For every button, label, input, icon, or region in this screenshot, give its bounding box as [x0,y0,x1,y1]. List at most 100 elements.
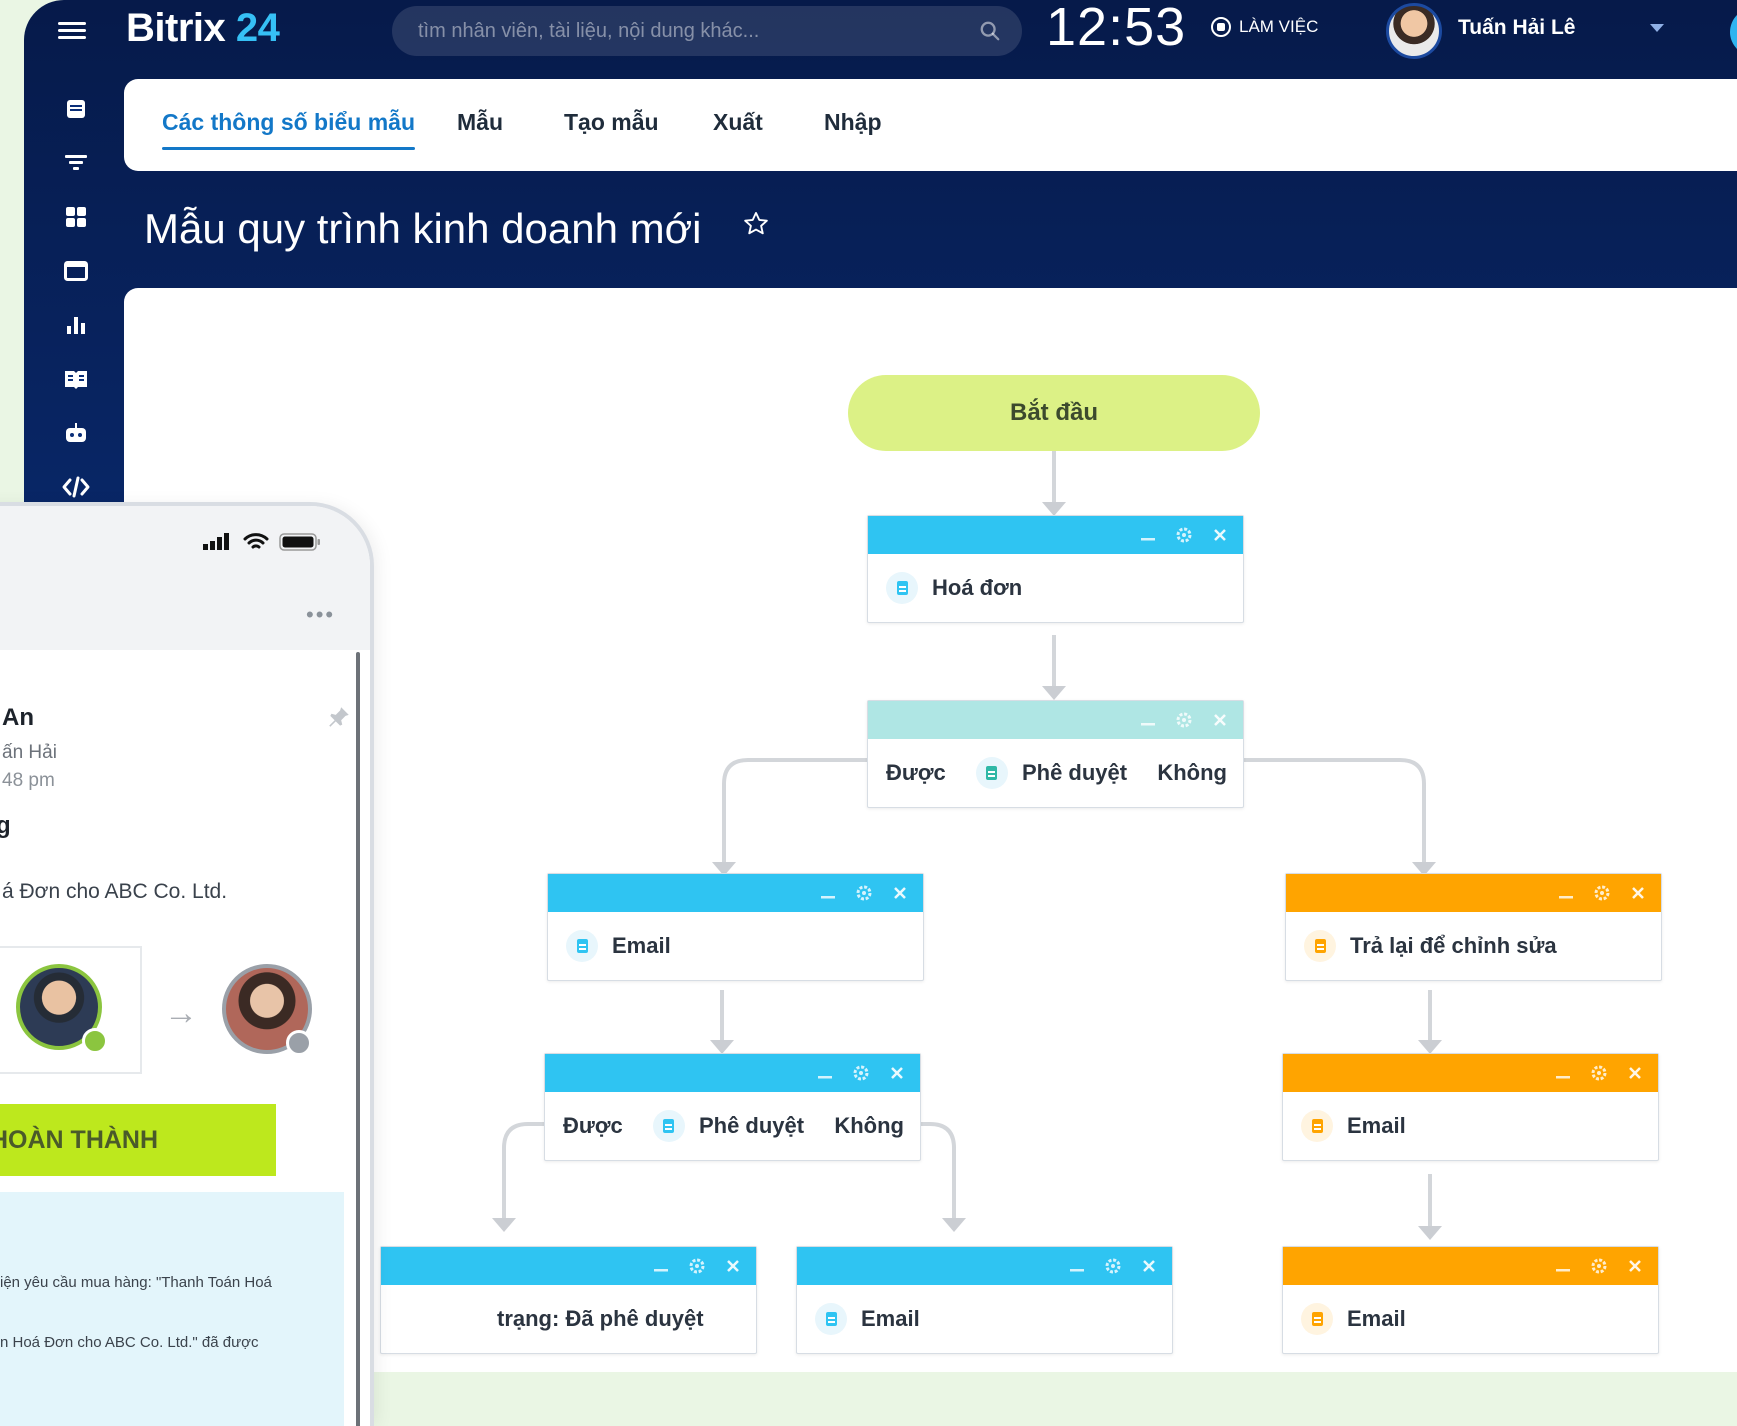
chevron-down-icon[interactable] [1650,24,1664,32]
email-block-right-1[interactable]: Email [1282,1053,1659,1161]
avatar[interactable] [1386,3,1442,59]
email-block-right-2[interactable]: Email [1282,1246,1659,1354]
message-time: 48 pm [2,770,55,791]
pin-icon[interactable] [326,704,352,730]
robot-icon[interactable] [54,406,98,460]
gear-icon[interactable] [1588,1255,1610,1277]
tab-import[interactable]: Nhập [824,109,882,136]
close-icon[interactable] [1209,524,1231,546]
block-header [797,1247,1172,1285]
status-block[interactable]: trạng: Đã phê duyệt [380,1246,757,1354]
block-body: Email [1283,1285,1658,1353]
feed-text: iện yêu cầu mua hàng: "Thanh Toán Hoá [0,1274,272,1291]
book-icon[interactable] [54,352,98,406]
close-icon[interactable] [889,882,911,904]
close-icon[interactable] [1624,1255,1646,1277]
minimize-icon[interactable] [1137,709,1159,731]
arrow-right-icon: → [164,994,198,1032]
block-header [545,1054,920,1092]
close-icon[interactable] [722,1255,744,1277]
invoice-block[interactable]: Hoá đơn [867,515,1244,623]
block-label: trạng: Đã phê duyệt [497,1306,704,1331]
status-bar [203,532,321,552]
block-body: Email [548,912,923,980]
tab-export[interactable]: Xuất [713,109,763,136]
block-body: Email [797,1285,1172,1353]
battery-icon [279,533,320,551]
work-status-label: LÀM VIỆC [1239,17,1319,36]
return-edit-block[interactable]: Trả lại để chỉnh sửa [1285,873,1662,981]
document-icon [1301,1303,1333,1335]
close-icon[interactable] [1624,1062,1646,1084]
gear-icon[interactable] [1588,1062,1610,1084]
gear-icon[interactable] [1173,524,1195,546]
document-icon [975,757,1008,789]
document-icon [815,1303,847,1335]
search-input[interactable] [392,6,1022,56]
close-icon[interactable] [886,1062,908,1084]
document-icon [886,572,918,604]
network-button[interactable] [1730,8,1737,56]
block-label: Trả lại để chỉnh sửa [1350,933,1557,958]
gear-icon[interactable] [1591,882,1613,904]
minimize-icon[interactable] [817,882,839,904]
sender-subtitle: ấn Hải [2,742,57,763]
minimize-icon[interactable] [1552,1255,1574,1277]
block-label: Phê duyệt [698,1113,805,1138]
menu-icon[interactable] [58,18,86,44]
star-icon[interactable] [742,210,770,238]
gear-icon[interactable] [853,882,875,904]
branch-yes-label[interactable]: Được [886,760,946,786]
filter-icon[interactable] [54,136,98,190]
close-icon[interactable] [1627,882,1649,904]
complete-button[interactable]: HOÀN THÀNH [0,1104,276,1176]
document-icon [1304,930,1336,962]
approval-block-2[interactable]: Được Phê duyệt Không [544,1053,921,1161]
message-description: á Đơn cho ABC Co. Ltd. [2,880,228,903]
top-bar: Bitrix 24 12:53 LÀM VIỆC Tuấn Hải Lê [24,0,1737,64]
tab-form-params[interactable]: Các thông số biểu mẫu [162,109,416,150]
minimize-icon[interactable] [1552,1062,1574,1084]
tab-create-template[interactable]: Tạo mẫu [564,109,659,136]
block-body: Được Phê duyệt Không [868,739,1243,807]
block-label: Hoá đơn [932,575,1023,600]
block-body: Được Phê duyệt Không [545,1092,920,1160]
start-node[interactable]: Bắt đầu [848,375,1260,451]
close-icon[interactable] [1138,1255,1160,1277]
window-icon[interactable] [54,244,98,298]
branch-yes-label[interactable]: Được [563,1113,623,1139]
tab-templates[interactable]: Mẫu [457,109,503,136]
block-header [868,516,1243,554]
logo[interactable]: Bitrix 24 [126,6,280,51]
list-icon[interactable] [54,82,98,136]
document-icon [566,930,598,962]
gear-icon[interactable] [1102,1255,1124,1277]
phone-header: ••• [0,506,370,650]
minimize-icon[interactable] [1555,882,1577,904]
minimize-icon[interactable] [650,1255,672,1277]
gear-icon[interactable] [686,1255,708,1277]
feed-panel [0,1192,344,1426]
grid-icon[interactable] [54,190,98,244]
close-icon[interactable] [1209,709,1231,731]
gear-icon[interactable] [1173,709,1195,731]
branch-no-label[interactable]: Không [834,1113,904,1139]
mobile-preview: ••• An ấn Hải 48 pm g á Đơn cho ABC Co. … [0,506,370,1426]
branch-no-label[interactable]: Không [1157,760,1227,786]
check-icon [82,1028,108,1054]
approval-block-1[interactable]: Được Phê duyệt Không [867,700,1244,808]
block-header [381,1247,756,1285]
scrollbar[interactable] [356,652,360,1426]
email-block-left[interactable]: Email [547,873,924,981]
chart-icon[interactable] [54,298,98,352]
minimize-icon[interactable] [1137,524,1159,546]
email-block-mid[interactable]: Email [796,1246,1173,1354]
gear-icon[interactable] [850,1062,872,1084]
search-icon[interactable] [979,20,1001,42]
work-status-button[interactable]: LÀM VIỆC [1211,17,1318,37]
feed-text: n Hoá Đơn cho ABC Co. Ltd." đã được [0,1334,259,1351]
minimize-icon[interactable] [1066,1255,1088,1277]
user-name[interactable]: Tuấn Hải Lê [1458,16,1575,40]
minimize-icon[interactable] [814,1062,836,1084]
more-options-button[interactable]: ••• [306,602,335,628]
